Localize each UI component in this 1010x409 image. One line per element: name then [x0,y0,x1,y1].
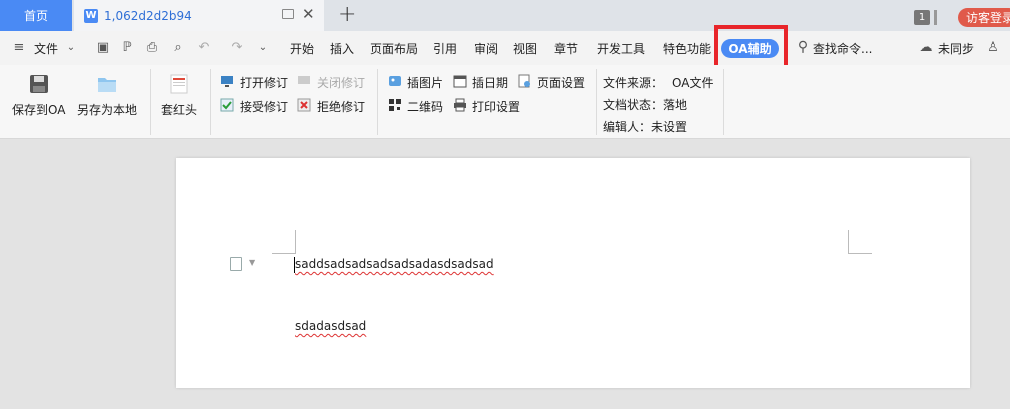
ribbon-divider [377,69,378,135]
insert-picture-button[interactable]: 插图片 [407,74,443,91]
redo-icon[interactable]: ↷ [230,41,244,54]
format-painter-icon[interactable]: ℙ [120,41,134,54]
search-icon[interactable]: ⚲ [796,40,810,54]
doc-status-value: 落地 [663,98,688,112]
red-header-doc-icon [170,74,188,94]
tab-home[interactable]: 首页 [0,0,72,31]
calendar-icon [453,75,467,88]
menu-review[interactable]: 审阅 [474,40,498,57]
close-tab-icon[interactable]: ✕ [302,5,315,23]
file-menu[interactable]: 文件 [34,40,58,57]
hamburger-icon[interactable]: ≡ [12,41,26,54]
menu-insert[interactable]: 插入 [330,40,354,57]
menu-page-layout[interactable]: 页面布局 [370,40,418,57]
ribbon-divider [150,69,151,135]
paragraph-menu-icon[interactable] [230,257,242,271]
menu-view[interactable]: 视图 [513,40,537,57]
more-dropdown-icon[interactable]: ⌄ [256,41,270,54]
tab-bar: 首页 W 1,062d2d2b94 ✕ + 1 访客登录 [0,0,1010,31]
red-header-button[interactable]: 套红头 [161,101,197,118]
qrcode-button[interactable]: 二维码 [407,98,443,115]
divider-icon [934,10,937,25]
file-source-value: OA文件 [672,76,714,90]
page-setup-button[interactable]: 页面设置 [537,74,585,91]
save-icon[interactable]: ▣ [96,41,110,54]
paragraph-dropdown-icon[interactable]: ▼ [249,258,255,267]
tab-document[interactable]: W 1,062d2d2b94 ✕ [74,0,324,31]
paragraph-1[interactable]: saddsadsadsadsadsadasdsadsad [295,257,494,271]
undo-icon[interactable]: ↶ [197,41,211,54]
document-area[interactable]: ▼ saddsadsadsadsadsadasdsadsad sdadasdsa… [0,140,1010,409]
monitor-icon[interactable] [282,9,294,19]
window-count-badge[interactable]: 1 [914,10,930,25]
print-setup-icon [454,98,466,112]
ribbon-divider [723,69,724,135]
guest-login-button[interactable]: 访客登录 [958,8,1010,27]
save-floppy-icon [30,75,48,93]
ribbon-divider [596,69,597,135]
editor-value: 未设置 [651,120,688,134]
chevron-down-icon[interactable]: ⌄ [64,41,78,54]
reject-revision-button[interactable]: 拒绝修订 [317,98,365,115]
margin-corner-top-right [848,230,872,254]
close-revision-icon [298,76,310,84]
folder-icon [98,78,116,92]
editor-label: 编辑人： [603,120,652,134]
menu-section[interactable]: 章节 [554,40,578,57]
cloud-sync-icon[interactable]: ☁ [919,41,933,54]
sync-status[interactable]: 未同步 [938,40,974,57]
menu-special-features[interactable]: 特色功能 [663,40,711,57]
insert-picture-icon [389,76,401,86]
page-setup-icon [518,74,530,88]
print-preview-icon[interactable]: ⌕ [171,41,185,54]
open-revision-button[interactable]: 打开修订 [240,74,288,91]
document-page[interactable]: ▼ saddsadsadsadsadsadasdsadsad sdadasdsa… [176,158,970,388]
search-command-input[interactable]: 查找命令... [813,40,872,57]
menu-dev-tools[interactable]: 开发工具 [597,40,645,57]
word-doc-icon: W [84,8,98,23]
monitor-revision-icon [221,76,233,87]
oa-ribbon: 保存到OA 另存为本地 套红头 打开修订 关闭修订 接受修订 拒绝修订 插图片 … [0,65,1010,139]
menu-start[interactable]: 开始 [290,40,314,57]
file-source-label: 文件来源： [603,76,664,90]
new-tab-button[interactable]: + [338,2,356,27]
menu-bar: ≡ 文件 ⌄ ▣ ℙ ⎙ ⌕ ↶ ↷ ⌄ 开始 插入 页面布局 引用 审阅 视图… [0,31,1010,65]
insert-date-button[interactable]: 插日期 [472,74,508,91]
menu-references[interactable]: 引用 [433,40,457,57]
save-as-local-button[interactable]: 另存为本地 [77,101,137,118]
print-setup-button[interactable]: 打印设置 [472,98,520,115]
user-icon[interactable]: ♙ [986,41,1000,54]
margin-corner-top-left [272,230,296,254]
save-to-oa-button[interactable]: 保存到OA [12,101,65,118]
doc-status-label: 文档状态： [603,98,664,112]
qrcode-icon [389,99,401,111]
close-revision-button[interactable]: 关闭修订 [317,74,365,91]
accept-revision-button[interactable]: 接受修订 [240,98,288,115]
paragraph-2[interactable]: sdadasdsad [295,319,366,333]
document-tab-title: 1,062d2d2b94 [104,8,192,23]
reject-revision-icon [297,98,311,112]
ribbon-divider [210,69,211,135]
print-icon[interactable]: ⎙ [145,41,159,54]
accept-revision-icon [220,98,234,112]
